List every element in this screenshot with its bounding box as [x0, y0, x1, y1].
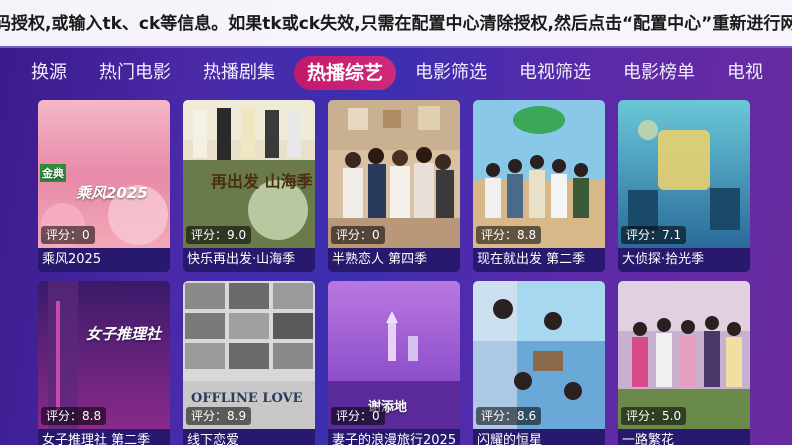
- media-card[interactable]: 金典 乘风2025 评分：0 乘风2025: [38, 100, 170, 272]
- poster-title: 女子推理社: [86, 325, 162, 343]
- tab-movie-filter[interactable]: 电影筛选: [402, 56, 500, 90]
- score-badge: 评分：0: [331, 226, 385, 244]
- poster-title: 乘风2025: [76, 184, 148, 202]
- media-card[interactable]: OFFLINE LOVE 评分：8.9 线下恋爱: [183, 281, 315, 445]
- card-title: 闪耀的恒星: [473, 429, 605, 445]
- card-title: 线下恋爱: [183, 429, 315, 445]
- tab-hot-variety[interactable]: 热播综艺: [294, 56, 397, 90]
- card-title: 快乐再出发·山海季: [183, 248, 315, 272]
- score-badge: 评分：0: [331, 407, 385, 425]
- poster-title: OFFLINE LOVE: [191, 391, 303, 406]
- tab-tv[interactable]: 电视: [714, 56, 776, 90]
- score-badge: 评分：5.0: [621, 407, 687, 425]
- score-badge: 评分：0: [41, 226, 95, 244]
- card-title: 一路繁花: [618, 429, 750, 445]
- media-card[interactable]: 女子推理社 评分：8.8 女子推理社 第二季: [38, 281, 170, 445]
- score-badge: 评分：7.1: [621, 226, 687, 244]
- card-title: 女子推理社 第二季: [38, 429, 170, 445]
- score-badge: 评分：8.6: [476, 407, 542, 425]
- card-title: 大侦探·拾光季: [618, 248, 750, 272]
- media-card[interactable]: 评分：8.6 闪耀的恒星: [473, 281, 605, 445]
- card-title: 妻子的浪漫旅行2025: [328, 429, 460, 445]
- card-title: 乘风2025: [38, 248, 170, 272]
- notice-banner: 码授权,或输入tk、ck等信息。如果tk或ck失效,只需在配置中心清除授权,然后…: [0, 0, 792, 48]
- tab-switch-source[interactable]: 换源: [18, 56, 80, 90]
- card-title: 现在就出发 第二季: [473, 248, 605, 272]
- score-badge: 评分：8.8: [476, 226, 542, 244]
- media-card[interactable]: 谢添地 评分：0 妻子的浪漫旅行2025: [328, 281, 460, 445]
- score-badge: 评分：8.8: [41, 407, 107, 425]
- card-title: 半熟恋人 第四季: [328, 248, 460, 272]
- media-card[interactable]: 评分：8.8 现在就出发 第二季: [473, 100, 605, 272]
- media-card[interactable]: 再出发 山海季 评分：9.0 快乐再出发·山海季: [183, 100, 315, 272]
- tab-hot-movies[interactable]: 热门电影: [86, 56, 184, 90]
- category-tabs: 换源 热门电影 热播剧集 热播综艺 电影筛选 电视筛选 电影榜单 电视: [0, 52, 792, 94]
- poster-badge: 金典: [40, 164, 66, 182]
- media-card[interactable]: 评分：0 半熟恋人 第四季: [328, 100, 460, 272]
- media-card[interactable]: 评分：7.1 大侦探·拾光季: [618, 100, 750, 272]
- score-badge: 评分：9.0: [186, 226, 252, 244]
- tab-tv-filter[interactable]: 电视筛选: [506, 56, 604, 90]
- media-card[interactable]: 评分：5.0 一路繁花: [618, 281, 750, 445]
- tab-hot-series[interactable]: 热播剧集: [190, 56, 288, 90]
- poster-title: 再出发 山海季: [211, 172, 313, 191]
- tab-movie-ranking[interactable]: 电影榜单: [610, 56, 708, 90]
- score-badge: 评分：8.9: [186, 407, 252, 425]
- notice-text: 码授权,或输入tk、ck等信息。如果tk或ck失效,只需在配置中心清除授权,然后…: [0, 14, 792, 34]
